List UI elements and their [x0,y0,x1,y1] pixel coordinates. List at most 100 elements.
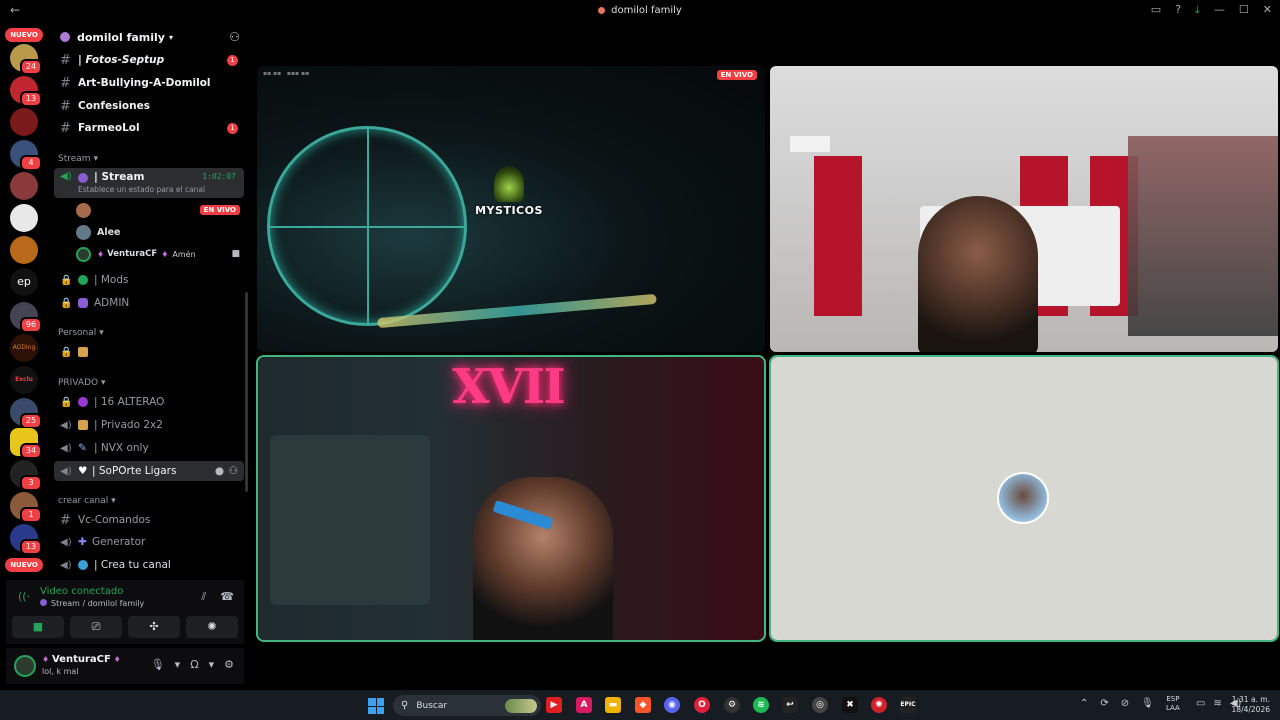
app-icon[interactable]: ✺ [871,697,887,713]
voice-channel-crea-tu-canal[interactable]: ◀) | Crea tu canal [54,555,244,575]
app-icon[interactable]: ↩ [782,697,798,713]
spotify-icon[interactable]: ≋ [753,697,769,713]
voice-channel-alterao[interactable]: 🔒 | 16 ALTERAO [54,392,244,412]
obs-icon[interactable]: ◎ [812,697,828,713]
noise-suppression-icon[interactable]: ⫽ [201,590,206,604]
network-off-icon[interactable]: ⊘ [1121,698,1129,709]
opera-icon[interactable]: O [694,697,710,713]
channel-status-hint[interactable]: Establece un estado para el canal [78,185,205,194]
voice-user-row[interactable]: ♦ VenturaCF ♦ Amén ■ [76,244,240,264]
voice-channel-admin[interactable]: 🔒 ADMIN [54,293,244,313]
taskbar-search[interactable]: ⚲ Buscar [393,695,541,716]
server-icon-ep[interactable]: ep [10,268,38,296]
windows-start-icon[interactable] [368,698,384,714]
voice-status[interactable]: Video conectado [40,586,123,597]
server-icon[interactable]: 24 [10,44,42,75]
server-icon[interactable]: 34 [10,428,42,459]
server-icon[interactable] [10,108,38,136]
voice-channel-nvx[interactable]: ◀) ✎ | NVX only [54,438,244,458]
maximize-icon[interactable]: ☐ [1239,3,1249,17]
participant-video [473,477,613,640]
voice-channel-mods[interactable]: 🔒 | Mods [54,270,244,290]
channel-farmeo[interactable]: # FarmeoLol 1 [54,118,244,138]
channel-art[interactable]: # Art-Bullying-A-Domilol [54,73,244,93]
capcut-icon[interactable]: ✖ [842,697,858,713]
window-title-text: domilol family [611,5,682,16]
invite-people-icon[interactable]: ⚇ [229,30,240,44]
language-indicator[interactable]: ESP LAA [1166,695,1180,713]
server-icon[interactable]: 1 [10,492,42,523]
sidebar-scrollbar[interactable] [245,292,248,492]
youtube-icon[interactable]: ▶ [546,697,562,713]
sync-icon[interactable]: ⟳ [1100,698,1108,709]
channel-emoji-icon [78,298,88,308]
channel-vc-comandos[interactable]: # Vc-Comandos [54,510,244,530]
discord-icon[interactable]: ◉ [664,697,680,713]
user-name[interactable]: ♦ VenturaCF ♦ [42,654,121,665]
headphones-icon[interactable]: Ω [190,658,198,671]
settings-icon[interactable]: ⚙ [724,697,740,713]
server-icon[interactable]: 96 [10,302,42,333]
microphone-icon[interactable]: 🎙 [1141,698,1154,709]
voice-location[interactable]: Stream / domilol family [40,599,144,608]
minimize-icon[interactable]: — [1214,3,1225,17]
channel-label: | Stream [94,171,145,183]
category-personal[interactable]: Personal ▾ [58,328,104,338]
chevron-down-icon[interactable]: ▾ [209,658,215,671]
server-icon[interactable]: 13 [10,524,42,555]
soundboard-button[interactable]: ✺ [186,616,238,638]
download-icon[interactable]: ⤓ [1195,3,1200,17]
gift-icon [78,420,88,430]
server-icon[interactable]: 4 [10,140,42,171]
server-icon[interactable]: 3 [10,460,42,491]
clock-time: 1:31 a. m. [1231,695,1270,704]
voice-channel-personal[interactable]: 🔒 [54,342,244,362]
microphone-icon[interactable]: 🎙 [151,658,165,671]
voice-channel-stream[interactable]: ◀) | Stream 1:02:07 Establece un estado … [54,168,244,198]
voice-channel-generator[interactable]: ◀) ✚ Generator [54,532,244,552]
wifi-icon[interactable]: ≋ [1213,698,1221,709]
file-explorer-icon[interactable]: ▬ [605,697,621,713]
lock-icon: 🔒 [60,346,73,358]
brave-browser-icon[interactable]: ◆ [635,697,651,713]
disconnect-icon[interactable]: ☎ [220,590,234,604]
server-icon[interactable] [10,236,38,264]
voice-user-row[interactable]: Alee [76,222,121,242]
server-icon[interactable] [10,172,38,200]
invite-icon[interactable]: ⚇ [229,465,238,477]
chevron-up-icon[interactable]: ⌃ [1080,698,1088,709]
settings-gear-icon[interactable]: ⚙ [224,658,234,671]
screen-share-button[interactable]: ⎚ [70,616,122,638]
voice-channel-soporte[interactable]: ◀) ♥ | SoPOrte Ligars ● ⚇ [54,461,244,481]
camera-button[interactable]: ■ [12,616,64,638]
voice-channel-privado-2x2[interactable]: ◀) | Privado 2x2 [54,415,244,435]
server-icon[interactable]: Exclu [10,366,38,394]
chevron-down-icon[interactable]: ▾ [175,658,181,671]
chat-icon[interactable]: ● [215,465,224,477]
stream-tile-game[interactable]: ▪▪ ▪▪ ▪▪▪ ▪▪ MYSTICOS EN VIVO [257,66,765,352]
server-icon[interactable] [10,204,38,232]
channel-fotos[interactable]: # | Fotos-Septup 1 [54,50,244,70]
inbox-icon[interactable]: ▭ [1151,3,1161,17]
video-tile-avatar[interactable] [769,355,1279,642]
user-avatar[interactable] [14,655,36,677]
video-tile-room[interactable] [770,66,1278,352]
activities-button[interactable]: ✣ [128,616,180,638]
epic-games-icon[interactable]: EPIC [900,697,916,713]
signal-icon[interactable]: ((· [18,590,30,603]
voice-user-row[interactable]: ■ EN VIVO [76,200,240,220]
server-header[interactable]: domilol family ▾ ⚇ [48,22,250,52]
server-icon[interactable]: 25 [10,398,42,429]
server-icon[interactable]: AODing [10,334,38,362]
help-icon[interactable]: ? [1175,3,1181,17]
server-icon[interactable]: 13 [10,76,42,107]
app-icon[interactable]: A [576,697,592,713]
category-stream[interactable]: Stream ▾ [58,154,98,164]
category-crear-canal[interactable]: crear canal ▾ [58,496,116,506]
category-privado[interactable]: PRIVADO ▾ [58,378,105,388]
channel-confesiones[interactable]: # Confesiones [54,96,244,116]
display-icon[interactable]: ▭ [1196,698,1205,709]
taskbar-clock[interactable]: 1:31 a. m. 18/4/2026 [1232,695,1270,715]
close-icon[interactable]: ✕ [1263,3,1272,17]
video-tile-speaking[interactable]: XVII [256,355,766,642]
